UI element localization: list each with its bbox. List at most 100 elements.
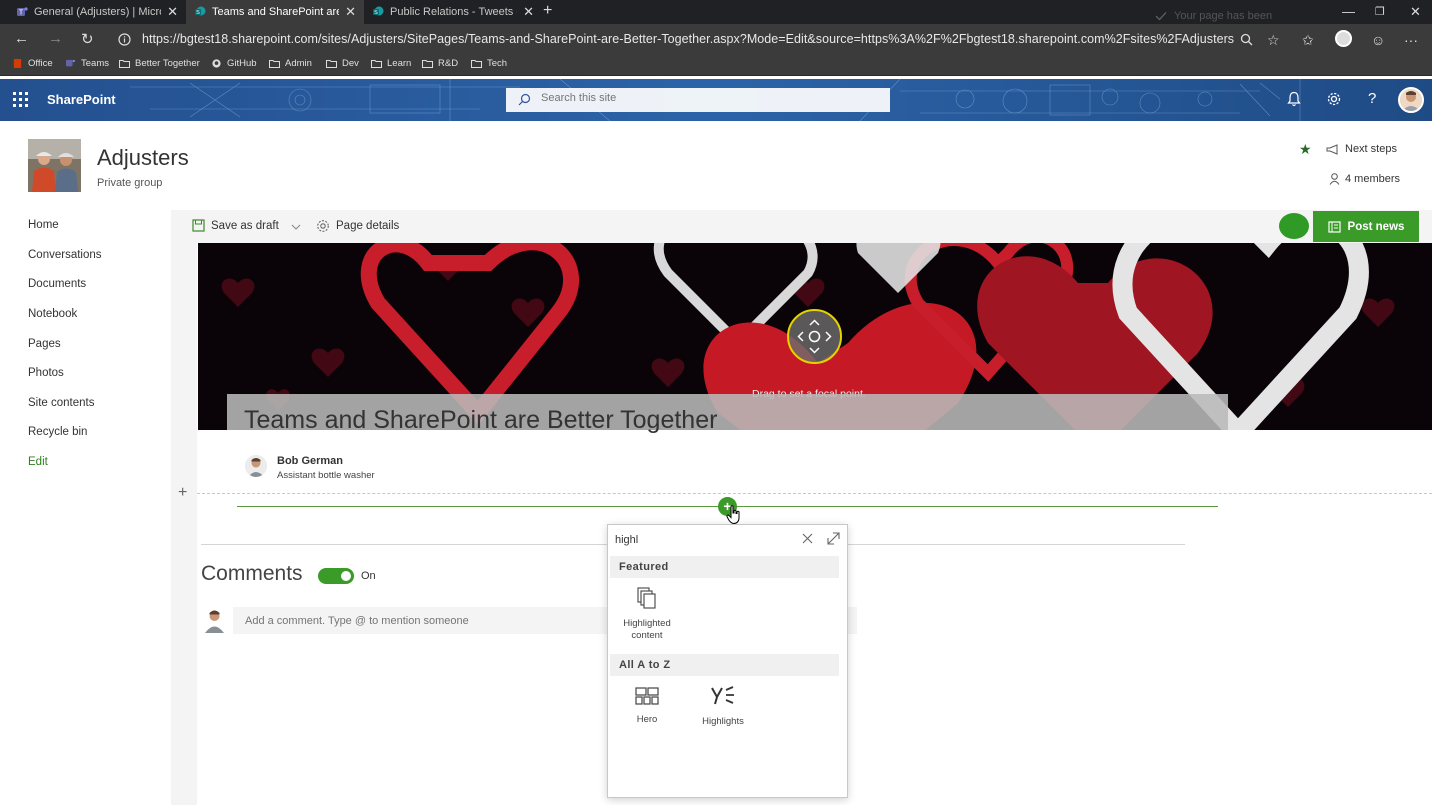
save-as-draft-button[interactable]: Save as draft xyxy=(192,219,279,232)
webpart-hero[interactable]: Hero xyxy=(612,687,682,726)
bookmark-github[interactable]: GitHub xyxy=(211,58,257,69)
nav-item-documents[interactable]: Documents xyxy=(28,278,86,290)
nav-edit-link[interactable]: Edit xyxy=(28,456,48,468)
address-bar: ← → ↻ https://bgtest18.sharepoint.com/si… xyxy=(0,24,1432,55)
nav-item-conversations[interactable]: Conversations xyxy=(28,249,102,261)
bookmark-better-together[interactable]: Better Together xyxy=(119,58,200,69)
site-logo[interactable] xyxy=(28,139,81,192)
bookmark-admin[interactable]: Admin xyxy=(269,58,312,69)
members-button[interactable]: 4 members xyxy=(1329,173,1400,185)
browser-tab-public-relations[interactable]: S Public Relations - Tweets - All Items … xyxy=(364,0,542,24)
focal-point-handle[interactable] xyxy=(787,309,842,364)
help-icon[interactable]: ? xyxy=(1368,90,1376,107)
folder-icon xyxy=(371,60,382,68)
toolbox-group-featured: Featured xyxy=(610,556,839,578)
page-details-button[interactable]: Page details xyxy=(316,219,399,233)
site-subtitle: Private group xyxy=(97,177,163,189)
refresh-icon[interactable]: ↻ xyxy=(81,30,94,48)
browser-profile-avatar[interactable] xyxy=(1335,30,1352,47)
author-photo-icon xyxy=(245,455,267,477)
page-command-bar: Save as draft Page details xyxy=(172,210,1432,243)
settings-gear-icon[interactable] xyxy=(1326,91,1342,107)
site-title[interactable]: Adjusters xyxy=(97,145,189,171)
github-icon xyxy=(212,59,221,68)
next-steps-button[interactable]: Next steps xyxy=(1326,143,1397,155)
bookmark-learn[interactable]: Learn xyxy=(371,58,411,69)
bookmark-label: GitHub xyxy=(227,58,257,69)
user-avatar[interactable] xyxy=(1398,87,1424,113)
page-title[interactable]: Teams and SharePoint are Better Together xyxy=(244,406,717,435)
app-launcher-icon[interactable] xyxy=(13,92,28,107)
author-role: Assistant bottle washer xyxy=(277,470,375,481)
restore-icon[interactable]: ❐ xyxy=(1375,5,1385,18)
bookmark-tech[interactable]: Tech xyxy=(471,58,507,69)
site-logo-image xyxy=(28,139,81,192)
minimize-icon[interactable]: — xyxy=(1342,4,1355,19)
bookmark-teams[interactable]: Teams xyxy=(65,58,109,69)
author-name[interactable]: Bob German xyxy=(277,455,343,467)
folder-icon xyxy=(422,60,433,68)
comments-heading: Comments xyxy=(201,562,303,585)
webpart-highlights[interactable]: Highlights xyxy=(688,685,758,728)
site-search-box[interactable] xyxy=(506,88,890,112)
url-field[interactable]: https://bgtest18.sharepoint.com/sites/Ad… xyxy=(142,32,1234,46)
notifications-bell-icon[interactable] xyxy=(1287,91,1301,107)
post-news-button[interactable]: Post news xyxy=(1313,211,1419,242)
commenter-photo-icon xyxy=(205,610,224,633)
more-icon[interactable]: ··· xyxy=(1404,32,1418,48)
toolbox-search-input[interactable] xyxy=(615,534,795,546)
zoom-icon[interactable] xyxy=(1240,33,1253,46)
window-close-icon[interactable]: ✕ xyxy=(1410,4,1421,20)
teams-icon: T xyxy=(17,7,28,17)
nav-item-site-contents[interactable]: Site contents xyxy=(28,397,94,409)
bookmark-label: Tech xyxy=(487,58,508,69)
expand-icon[interactable] xyxy=(827,532,840,545)
comments-toggle-label: On xyxy=(361,570,376,582)
info-icon[interactable] xyxy=(118,33,131,46)
save-status-text: Your page has been saved xyxy=(1174,10,1275,22)
browser-tab-sharepoint-page[interactable]: S Teams and SharePoint are Better Togeth… xyxy=(186,0,364,24)
follow-star-icon[interactable]: ★ xyxy=(1299,141,1312,158)
bookmark-dev[interactable]: Dev xyxy=(326,58,359,69)
nav-item-recycle-bin[interactable]: Recycle bin xyxy=(28,426,87,438)
webpart-highlighted-content[interactable]: Highlighted content xyxy=(612,587,682,642)
chevron-down-icon[interactable] xyxy=(291,224,301,230)
webpart-label: Highlighted content xyxy=(623,618,671,641)
back-icon[interactable]: ← xyxy=(14,30,29,47)
close-icon[interactable] xyxy=(802,533,813,544)
svg-text:S: S xyxy=(196,10,200,16)
bookmark-office[interactable]: Office xyxy=(12,58,53,69)
add-section-icon[interactable]: + xyxy=(178,484,187,502)
forward-icon[interactable]: → xyxy=(48,30,63,47)
sharepoint-brand-link[interactable]: SharePoint xyxy=(47,92,116,107)
toggle-knob xyxy=(341,571,351,581)
sharepoint-icon: S xyxy=(373,6,384,16)
megaphone-icon xyxy=(1326,143,1338,155)
folder-icon xyxy=(269,60,280,68)
bookmark-label: R&D xyxy=(438,58,459,69)
author-avatar[interactable] xyxy=(245,455,267,477)
close-icon[interactable]: ✕ xyxy=(167,4,178,20)
nav-item-pages[interactable]: Pages xyxy=(28,338,61,350)
browser-tab-teams[interactable]: T General (Adjusters) | Microsoft Teams … xyxy=(8,0,186,24)
svg-text:S: S xyxy=(374,10,378,16)
teams-icon xyxy=(66,59,75,67)
feedback-icon[interactable]: ☺ xyxy=(1371,32,1385,48)
yammer-icon xyxy=(711,686,734,705)
new-tab-icon[interactable]: + xyxy=(543,3,552,19)
bookmark-rd[interactable]: R&D xyxy=(422,58,458,69)
bookmark-label: Better Together xyxy=(135,58,200,69)
close-icon[interactable]: ✕ xyxy=(345,4,356,20)
news-icon xyxy=(1327,220,1341,233)
left-navigation: Home Conversations Documents Notebook Pa… xyxy=(0,210,172,805)
nav-item-notebook[interactable]: Notebook xyxy=(28,308,77,320)
close-icon[interactable]: ✕ xyxy=(523,4,534,20)
favorite-star-icon[interactable]: ☆ xyxy=(1267,32,1280,49)
members-label: 4 members xyxy=(1345,173,1401,185)
nav-item-photos[interactable]: Photos xyxy=(28,367,64,379)
nav-item-home[interactable]: Home xyxy=(28,219,59,231)
search-input[interactable] xyxy=(541,92,871,104)
favorites-icon[interactable]: ✩ xyxy=(1302,32,1314,49)
comments-toggle[interactable] xyxy=(318,568,354,584)
tab-title: Public Relations - Tweets - All Items xyxy=(390,6,517,18)
